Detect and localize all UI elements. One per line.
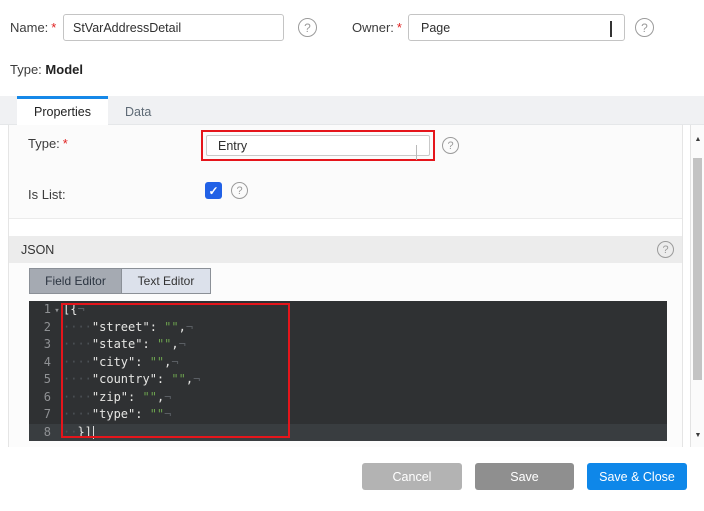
code-token: "" [150,355,164,369]
code-token: , [179,320,186,334]
owner-select[interactable]: Page [408,14,625,41]
code-token: "" [164,320,178,334]
tabs-bar: Properties Data [0,96,704,125]
code-token: ¬ [186,320,193,334]
code-line[interactable]: 4····"city": "",¬ [29,354,667,372]
code-line[interactable]: 2 ····"street": "",¬ [29,319,667,337]
fold-arrow-icon[interactable]: ▾ [51,303,63,321]
code-token: ···· [63,372,92,386]
code-token: "street": [92,320,164,334]
tab-properties[interactable]: Properties [17,96,108,125]
type-select-value: Entry [218,139,247,153]
code-token: ¬ [179,337,186,351]
json-section-header: JSON ? [9,236,682,263]
code-token: [{ [63,302,77,316]
code-token: ¬ [193,372,200,386]
code-token: "" [150,407,164,421]
code-token: ···· [63,337,92,351]
properties-tab-panel: Type:* Entry ? Is List: ✓ ? JSON ? [8,125,683,447]
code-line[interactable]: 6····"zip": "",¬ [29,389,667,407]
code-token: "zip": [92,390,143,404]
line-number: 6 [29,389,51,407]
code-token: "state": [92,337,157,351]
line-number: 5 [29,371,51,389]
checkmark-icon: ✓ [208,184,218,198]
code-token: ¬ [164,407,171,421]
line-number: 8 [29,424,51,442]
code-token: "" [157,337,171,351]
line-number: 1 [29,301,51,319]
is-list-label: Is List: [28,187,66,202]
code-token: ¬ [164,390,171,404]
code-line[interactable]: 5 ····"country": "",¬ [29,371,667,389]
line-number: 7 [29,406,51,424]
is-list-checkbox[interactable]: ✓ [205,182,222,199]
code-token: ¬ [171,355,178,369]
code-token: ¬ [77,302,84,316]
code-token: "country": [92,372,171,386]
json-help-icon[interactable]: ? [657,241,674,258]
owner-help-icon[interactable]: ? [635,18,654,37]
line-number: 2 [29,319,51,337]
code-token: "" [142,390,156,404]
code-line[interactable]: 3 ····"state": "",¬ [29,336,667,354]
chevron-down-icon [610,21,612,35]
type-field-label: Type:* [28,136,68,151]
annotation-box-type-select: Entry [201,130,435,161]
cancel-button[interactable]: Cancel [362,463,462,490]
code-token: , [171,337,178,351]
owner-label: Owner:* [352,20,402,35]
editor-mode-toggle: Field Editor Text Editor [29,268,211,294]
code-token: "" [171,372,185,386]
code-token: , [186,372,193,386]
code-token: }] [77,425,91,439]
code-line[interactable]: 7 ····"type": ""¬ [29,406,667,424]
required-asterisk: * [51,20,56,35]
code-token: ···· [63,407,92,421]
name-help-icon[interactable]: ? [298,18,317,37]
json-section-title: JSON [21,243,54,257]
chevron-down-icon [416,145,417,159]
text-editor-button[interactable]: Text Editor [121,269,210,293]
code-token: "type": [92,407,150,421]
scroll-up-icon[interactable]: ▲ [691,136,704,143]
required-asterisk: * [397,20,402,35]
type-help-icon[interactable]: ? [442,137,459,154]
code-lines: 1▾[{¬2····"street": "",¬3····"state": ""… [29,301,667,441]
code-token: ···· [63,355,92,369]
variable-type-text: Type: Model [10,62,83,77]
type-select[interactable]: Entry [206,135,430,156]
owner-select-value: Page [421,21,450,35]
code-line[interactable]: 8 ··}] [29,424,667,442]
code-token: "city": [92,355,150,369]
field-editor-button[interactable]: Field Editor [30,269,121,293]
variable-type-value: Model [45,62,83,77]
is-list-help-icon[interactable]: ? [231,182,248,199]
type-islist-section: Type:* Entry ? Is List: ✓ ? [9,125,682,219]
required-asterisk: * [63,136,68,151]
vertical-scrollbar: ▲ ▼ [690,125,704,447]
line-number: 3 [29,336,51,354]
scrollbar-thumb[interactable] [693,158,702,380]
save-button[interactable]: Save [475,463,574,490]
code-token: ···· [63,390,92,404]
code-line[interactable]: 1▾[{¬ [29,301,667,319]
tab-data[interactable]: Data [108,96,168,124]
save-and-close-button[interactable]: Save & Close [587,463,687,490]
text-cursor [93,426,94,439]
name-label: Name:* [10,20,56,35]
json-code-editor[interactable]: 1▾[{¬2····"street": "",¬3····"state": ""… [29,301,667,441]
scroll-down-icon[interactable]: ▼ [691,432,704,439]
code-token: ···· [63,320,92,334]
line-number: 4 [29,354,51,372]
name-input[interactable] [63,14,284,41]
json-section: JSON ? Field Editor Text Editor 1▾[{¬2··… [9,236,682,447]
code-token: ·· [63,425,77,439]
